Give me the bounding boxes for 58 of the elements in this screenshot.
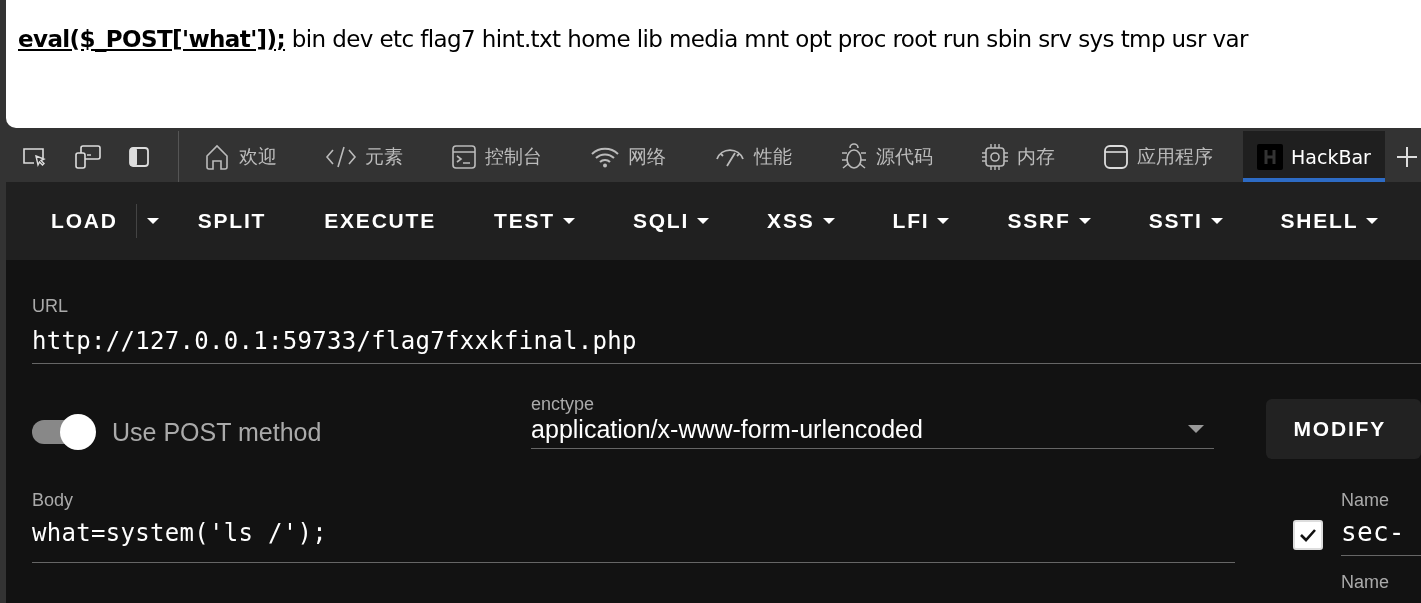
device-icon[interactable] [74, 143, 102, 170]
chip-icon [981, 142, 1009, 171]
bug-icon [840, 142, 868, 171]
caret-icon [822, 217, 835, 225]
header-name-field[interactable]: Name sec- [1341, 490, 1421, 556]
add-tab-icon[interactable] [1396, 146, 1417, 167]
console-icon [451, 143, 477, 170]
toggle-switch[interactable] [32, 414, 96, 450]
url-value: http://127.0.0.1:59733/flag7fxxkfinal.php [32, 327, 638, 355]
toggle-label: Use POST method [112, 417, 322, 447]
body-field[interactable]: Body what=system('ls /'); [32, 490, 1235, 563]
devtools-tab[interactable]: 网络 [566, 131, 690, 182]
body-value: what=system('ls /'); [32, 519, 328, 547]
caret-icon [697, 217, 710, 225]
caret-icon [1366, 217, 1379, 225]
devtools-tab[interactable]: 欢迎 [179, 131, 301, 182]
enctype-label: enctype [531, 394, 596, 415]
devtools-tab[interactable]: HackBar [1243, 131, 1385, 182]
home-icon [203, 142, 231, 171]
caret-icon [1210, 217, 1223, 225]
devtools-tab[interactable]: 控制台 [427, 131, 566, 182]
toolbar-button[interactable]: TEST [481, 199, 588, 243]
body-label: Body [32, 490, 75, 511]
enctype-select[interactable]: enctype application/x-www-form-urlencoded [531, 394, 1214, 449]
toolbar-button[interactable]: SSRF [994, 199, 1104, 243]
toolbar-button[interactable]: SHELL [1267, 199, 1392, 243]
checkbox[interactable] [1293, 520, 1323, 550]
toolbar-button[interactable]: SSTI [1135, 199, 1236, 243]
modify-button[interactable]: MODIFY [1265, 399, 1421, 459]
caret-icon [146, 217, 159, 225]
devtools-tab[interactable]: 应用程序 [1079, 131, 1237, 182]
enctype-value: application/x-www-form-urlencoded [531, 415, 923, 444]
toolbar-button[interactable]: SQLI [619, 199, 723, 243]
devtools-tab[interactable]: 内存 [957, 131, 1079, 182]
code-icon [325, 144, 357, 169]
caret-icon [937, 217, 950, 225]
page-output: eval($_POST['what']); bin dev etc flag7 hint.txt home lib media mnt opt proc root run sbin srv sys tmp usr var [18, 26, 1248, 52]
toolbar-button[interactable]: EXECUTE [311, 199, 449, 243]
header-name-value: sec- [1341, 517, 1406, 547]
dock-icon[interactable] [128, 145, 150, 168]
devtools-tab[interactable]: 元素 [301, 131, 427, 182]
name-label: Name [1341, 572, 1390, 593]
inspect-icon[interactable] [22, 145, 48, 168]
name-label: Name [1341, 490, 1390, 511]
caret-icon [1187, 425, 1204, 434]
devtools-tab[interactable]: 性能 [690, 131, 816, 182]
devtools-tab[interactable]: 源代码 [816, 131, 957, 182]
toolbar-button[interactable]: LOAD [38, 199, 136, 243]
window-icon [1103, 143, 1129, 170]
toolbar-button[interactable]: LFI [879, 199, 963, 243]
caret-icon [562, 217, 575, 225]
hackbar-logo-icon [1257, 143, 1283, 170]
url-label: URL [32, 296, 69, 317]
toolbar-button[interactable]: XSS [754, 199, 848, 243]
toolbar-button[interactable]: SPLIT [184, 199, 280, 243]
caret-icon [1078, 217, 1091, 225]
wifi-icon [590, 145, 620, 168]
url-field[interactable]: URL http://127.0.0.1:59733/flag7fxxkfinal.php [32, 296, 1421, 364]
